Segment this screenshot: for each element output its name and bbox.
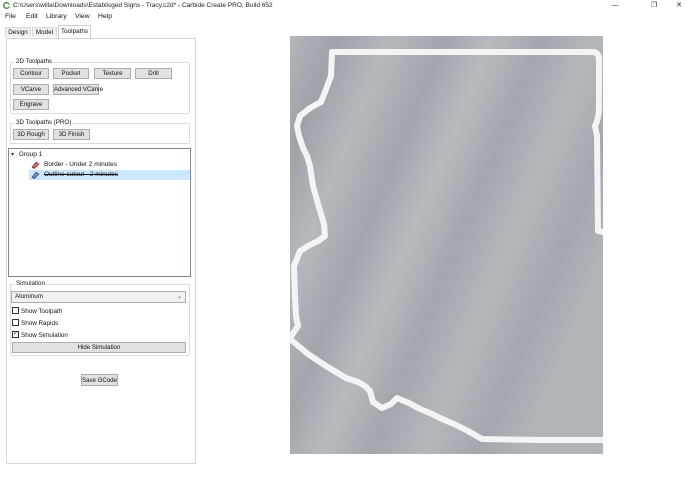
save-gcode-button[interactable]: Save GCode [81, 374, 118, 386]
chevron-down-icon: ⌄ [176, 294, 182, 300]
menu-view[interactable]: View [75, 13, 90, 20]
tab-model[interactable]: Model [32, 27, 57, 37]
toolpath-icon [31, 161, 40, 169]
toolpath-icon [31, 171, 40, 179]
menu-bar: File Edit Library View Help [0, 11, 690, 23]
show-rapids-checkbox[interactable]: Show Rapids [12, 318, 59, 328]
advanced-vcarve-button[interactable]: Advanced VCarve [53, 84, 103, 95]
toolpath-tree[interactable]: ▾ Group 1 Border - Under 2 minutes Outli… [8, 148, 191, 277]
menu-help[interactable]: Help [98, 13, 112, 20]
mode-tabs: Design Model Toolpaths [0, 24, 200, 38]
material-select[interactable]: Aluminum ⌄ [11, 291, 186, 303]
tree-item-label: Outline cutout - 2 minutes [44, 171, 119, 178]
texture-button[interactable]: Texture [94, 68, 131, 79]
title-bar: C:\Users\willa\Downloads\Establisged Sig… [0, 0, 690, 11]
maximize-button[interactable]: ❐ [643, 0, 665, 11]
tree-item-outline-cutout[interactable]: Outline cutout - 2 minutes [29, 170, 190, 180]
tree-item-label: Border - Under 2 minutes [44, 161, 117, 168]
tree-group-row[interactable]: ▾ Group 1 [11, 150, 111, 160]
window-title: C:\Users\willa\Downloads\Establisged Sig… [13, 1, 273, 9]
checkbox-box-checked[interactable]: ✓ [12, 330, 19, 338]
stock-canvas[interactable] [290, 36, 603, 454]
tree-group-label: Group 1 [18, 151, 43, 158]
contour-button[interactable]: Contour [13, 68, 49, 79]
show-simulation-checkbox[interactable]: ✓ Show Simulation [12, 330, 68, 340]
drill-button[interactable]: Drill [135, 68, 172, 79]
minimize-button[interactable]: — [604, 0, 626, 11]
tree-item-border[interactable]: Border - Under 2 minutes [31, 160, 181, 170]
menu-file[interactable]: File [5, 13, 16, 20]
aluminum-stock [290, 36, 603, 454]
close-button[interactable]: ✕ [668, 0, 690, 11]
hide-simulation-button[interactable]: Hide Simulation [12, 342, 186, 353]
material-value: Aluminum [15, 293, 43, 300]
menu-library[interactable]: Library [46, 13, 67, 20]
toolpaths-2d-title: 2D Toolpaths [15, 58, 54, 65]
tab-design[interactable]: Design [5, 27, 31, 37]
tab-toolpaths[interactable]: Toolpaths [58, 25, 91, 38]
pocket-button[interactable]: Pocket [53, 68, 89, 79]
3d-rough-button[interactable]: 3D Rough [13, 129, 49, 140]
simulation-viewport[interactable] [290, 36, 603, 454]
engrave-button[interactable]: Engrave [13, 99, 49, 110]
show-simulation-label: Show Simulation [21, 332, 68, 339]
vcarve-button[interactable]: VCarve [13, 84, 49, 95]
show-toolpath-label: Show Toolpath [21, 308, 63, 315]
simulation-title: Simulation [15, 280, 46, 287]
expand-chevron-icon[interactable]: ▾ [11, 152, 14, 158]
checkbox-box[interactable] [12, 306, 19, 314]
3d-finish-button[interactable]: 3D Finish [53, 129, 90, 140]
show-toolpath-checkbox[interactable]: Show Toolpath [12, 306, 63, 316]
show-rapids-label: Show Rapids [21, 320, 59, 327]
menu-edit[interactable]: Edit [26, 13, 38, 20]
carbide-create-app-icon [3, 2, 10, 9]
checkbox-box[interactable] [12, 318, 19, 326]
toolpaths-3d-title: 3D Toolpaths (PRO) [15, 119, 73, 126]
